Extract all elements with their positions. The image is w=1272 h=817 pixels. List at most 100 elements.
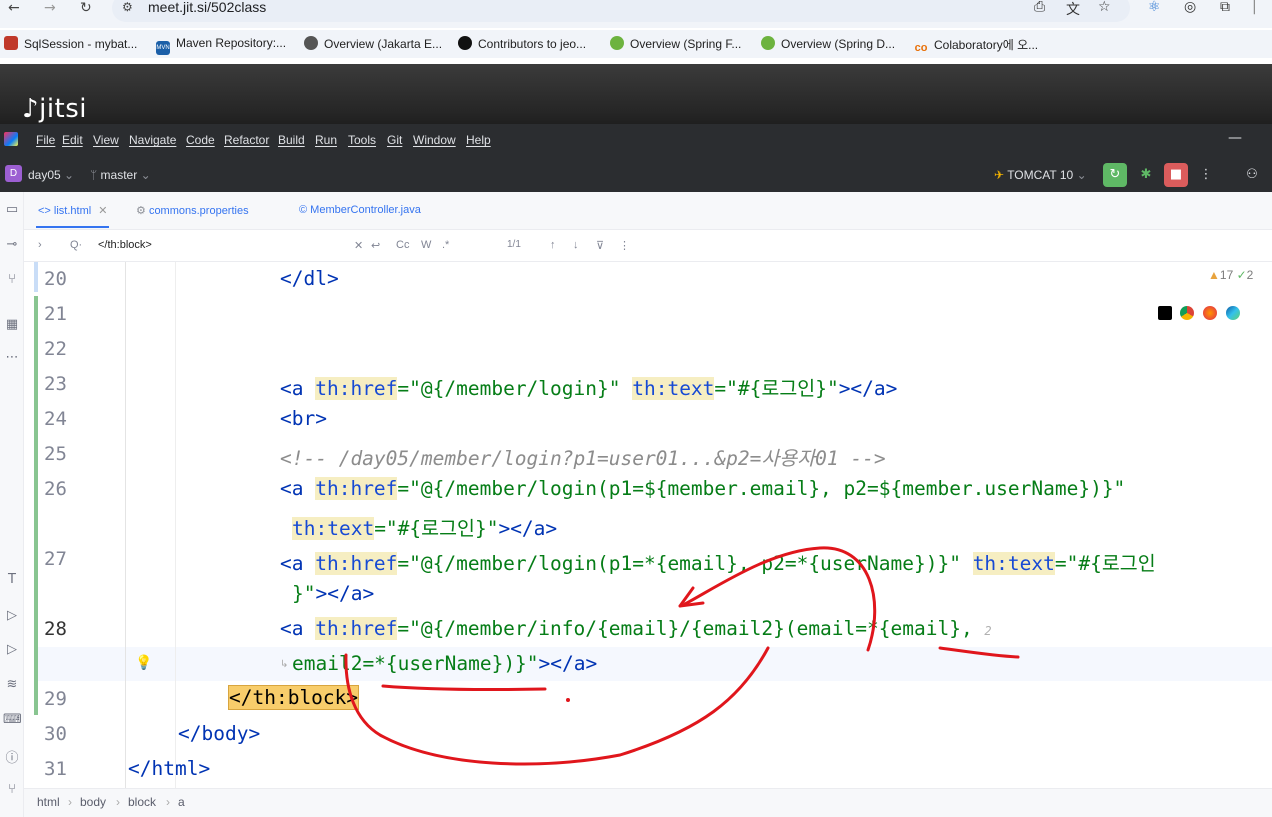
- breadcrumb-item[interactable]: body: [80, 795, 106, 809]
- build-hammer-icon[interactable]: T: [3, 572, 21, 587]
- code-line-28-wrap: email2=*{userName})}"></a>: [292, 652, 597, 675]
- menu-tools[interactable]: Tools: [348, 133, 376, 147]
- edge-icon[interactable]: [1226, 306, 1240, 320]
- close-tab-icon[interactable]: ✕: [98, 205, 107, 217]
- bookmarks-bar: SqlSession - mybat... MVN Maven Repositor…: [0, 30, 1272, 58]
- menu-edit[interactable]: Edit: [62, 133, 83, 147]
- code-token: ="#{로그인}": [374, 517, 499, 540]
- firefox-icon[interactable]: [1203, 306, 1217, 320]
- pull-requests-icon[interactable]: ⑂: [3, 272, 21, 287]
- inspection-widget[interactable]: ▲17 ✓2: [1208, 268, 1253, 282]
- project-selector[interactable]: day05 ⌄: [28, 168, 74, 182]
- line-number: 21: [44, 303, 67, 325]
- whole-words-toggle[interactable]: W: [421, 239, 431, 251]
- filter-icon[interactable]: ⊽: [596, 239, 604, 252]
- tab-commons-properties[interactable]: ⚙ commons.properties: [136, 204, 249, 217]
- extension-icon[interactable]: ◎: [1184, 0, 1196, 15]
- menu-code[interactable]: Code: [186, 133, 215, 147]
- check-count: 2: [1246, 268, 1254, 282]
- bookmark-item[interactable]: co Colaboratory에 오...: [914, 36, 1039, 55]
- bookmark-item[interactable]: Overview (Jakarta E...: [304, 36, 442, 51]
- next-occurrence-icon[interactable]: ↓: [573, 239, 579, 251]
- bookmark-item[interactable]: MVN Maven Repository:...: [156, 36, 286, 55]
- bookmark-item[interactable]: Contributors to jeo...: [458, 36, 586, 51]
- new-line-icon[interactable]: ↩: [371, 239, 380, 252]
- bookmark-label: Overview (Spring D...: [781, 37, 896, 51]
- menu-run[interactable]: Run: [315, 133, 337, 147]
- code-editor[interactable]: 20 21 22 23 24 25 26 27 28 29 30 31 </dl…: [24, 262, 1272, 788]
- more-search-options-icon[interactable]: ⋮: [619, 239, 630, 252]
- bookmark-star-icon[interactable]: ☆: [1098, 0, 1111, 15]
- minimize-icon[interactable]: —: [1228, 130, 1242, 146]
- problems-icon[interactable]: ⓘ: [3, 747, 21, 766]
- url-text[interactable]: meet.jit.si/502class: [148, 0, 266, 15]
- java-class-icon: ©: [299, 204, 308, 216]
- run-icon[interactable]: ▷: [3, 642, 21, 657]
- code-token: ="#{로그인}": [714, 377, 839, 400]
- add-user-icon[interactable]: ⚇: [1240, 163, 1264, 187]
- regex-toggle[interactable]: .*: [442, 239, 449, 251]
- clear-search-icon[interactable]: ✕: [354, 239, 363, 252]
- code-token: th:text: [632, 377, 715, 400]
- install-app-icon[interactable]: ⎙: [1034, 0, 1045, 15]
- match-case-toggle[interactable]: Cc: [396, 239, 409, 251]
- menu-window[interactable]: Window: [413, 133, 456, 147]
- reload-icon[interactable]: ↻: [80, 0, 92, 16]
- git-icon[interactable]: ⑂: [3, 782, 21, 797]
- address-bar[interactable]: ⚙ meet.jit.si/502class ⎙ 文 ☆: [112, 0, 1130, 22]
- project-badge[interactable]: D: [5, 165, 22, 182]
- back-icon[interactable]: ←: [8, 0, 20, 16]
- menu-build[interactable]: Build: [278, 133, 305, 147]
- lightbulb-icon[interactable]: 💡: [135, 655, 152, 671]
- menu-git[interactable]: Git: [387, 133, 402, 147]
- stop-button[interactable]: ■: [1164, 163, 1188, 187]
- search-input[interactable]: </th:block>: [98, 239, 152, 251]
- spring-icon: [610, 36, 624, 50]
- chevron-down-icon: ⌄: [64, 168, 75, 182]
- site-info-icon[interactable]: ⚙: [122, 0, 133, 14]
- more-options-icon[interactable]: ⋮: [1194, 163, 1218, 187]
- jitsi-guitar-icon: ♪: [22, 94, 40, 124]
- more-tools-icon[interactable]: ⋯: [3, 350, 21, 365]
- line-number: 31: [44, 758, 67, 780]
- structure-icon[interactable]: ▦: [3, 317, 21, 332]
- code-token: <a: [280, 377, 316, 400]
- search-icon: Q·: [70, 239, 83, 251]
- forward-icon[interactable]: →: [44, 0, 56, 16]
- branch-selector[interactable]: ᛘ master ⌄: [90, 168, 151, 182]
- chrome-icon[interactable]: [1180, 306, 1194, 320]
- terminal-icon[interactable]: ⌨: [3, 712, 22, 727]
- project-folder-icon[interactable]: ▭: [3, 202, 21, 217]
- bookmark-item[interactable]: Overview (Spring D...: [761, 36, 895, 51]
- line-number: 30: [44, 723, 67, 745]
- breadcrumb-item[interactable]: a: [178, 795, 185, 809]
- menu-help[interactable]: Help: [466, 133, 491, 147]
- bookmark-label: SqlSession - mybat...: [24, 37, 138, 51]
- expand-replace-icon[interactable]: ›: [38, 239, 42, 251]
- debug-icon[interactable]: ✱: [1134, 163, 1158, 187]
- run-config-selector[interactable]: ✈ TOMCAT 10 ⌄: [994, 168, 1087, 182]
- services-icon[interactable]: ▷: [3, 608, 21, 623]
- code-token: <a: [280, 552, 316, 575]
- tab-list-html[interactable]: <> list.html ✕: [35, 204, 110, 228]
- bookmark-label: Colaboratory에 오...: [934, 38, 1039, 52]
- react-devtools-icon[interactable]: ⚛: [1148, 0, 1161, 15]
- bookmark-label: Contributors to jeo...: [478, 37, 587, 51]
- layers-icon[interactable]: ≋: [3, 677, 21, 692]
- tab-member-controller[interactable]: © MemberController.java: [299, 204, 421, 216]
- translate-icon[interactable]: 文: [1066, 0, 1080, 19]
- bookmark-item[interactable]: Overview (Spring F...: [610, 36, 741, 51]
- intellij-browser-icon[interactable]: [1158, 306, 1172, 320]
- menu-file[interactable]: File: [36, 133, 55, 147]
- menu-view[interactable]: View: [93, 133, 119, 147]
- previous-occurrence-icon[interactable]: ↑: [550, 239, 556, 251]
- breadcrumb-item[interactable]: html: [37, 795, 60, 809]
- commit-icon[interactable]: ⊸: [3, 237, 21, 252]
- extensions-puzzle-icon[interactable]: ⧉: [1220, 0, 1230, 15]
- bookmark-item[interactable]: SqlSession - mybat...: [4, 36, 137, 51]
- rerun-button[interactable]: ↻: [1103, 163, 1127, 187]
- menu-refactor[interactable]: Refactor: [224, 133, 269, 147]
- code-token: ></a>: [838, 377, 898, 400]
- menu-navigate[interactable]: Navigate: [129, 133, 176, 147]
- breadcrumb-item[interactable]: block: [128, 795, 156, 809]
